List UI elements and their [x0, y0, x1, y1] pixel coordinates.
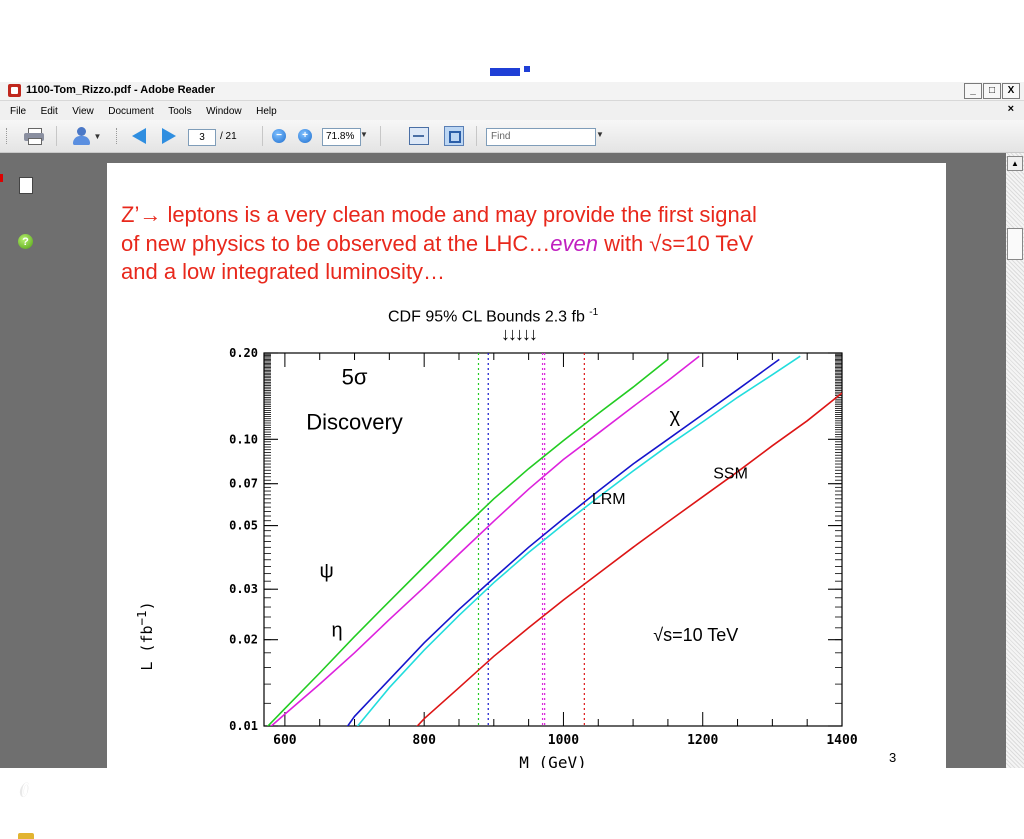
document-view: Z’→ leptons is a very clean mode and may…: [56, 153, 1006, 768]
x-tick-label: 800: [412, 733, 436, 748]
menu-file[interactable]: File: [10, 106, 26, 117]
cdf-bounds-label: CDF 95% CL Bounds 2.3 fb -1: [388, 307, 598, 326]
toolbar-separator: [262, 126, 263, 146]
close-document-button[interactable]: ×: [1008, 103, 1014, 115]
plus-icon: +: [298, 129, 312, 143]
next-page-button[interactable]: [158, 126, 180, 146]
menu-help[interactable]: Help: [256, 106, 277, 117]
chevron-down-icon: ▼: [93, 131, 102, 141]
close-button[interactable]: X: [1002, 83, 1020, 99]
y-axis-label-text: L (fb: [138, 625, 156, 671]
previous-page-button[interactable]: [128, 126, 150, 146]
fit-window-button[interactable]: [442, 126, 466, 146]
find-dropdown-icon[interactable]: ▼: [596, 130, 604, 139]
maximize-button[interactable]: □: [983, 83, 1001, 99]
slide-text-line2a: of new physics to be observed at the LHC…: [121, 230, 551, 256]
edge-marker: [0, 174, 3, 182]
slide-page-number: 3: [889, 750, 897, 765]
collaborate-icon: [71, 127, 91, 145]
y-axis-label-close: ): [138, 601, 156, 611]
zoom-in-button[interactable]: +: [296, 126, 314, 146]
help-icon[interactable]: ?: [18, 234, 33, 249]
title-bar: 1100-Tom_Rizzo.pdf - Adobe Reader _ □ X: [0, 82, 1024, 101]
pdf-page: Z’→ leptons is a very clean mode and may…: [107, 163, 946, 768]
toolbar-grip[interactable]: [116, 128, 119, 144]
chart-annotation: √s=10 TeV: [653, 625, 738, 645]
y-tick-label: 0.07: [229, 477, 258, 491]
menu-edit[interactable]: Edit: [41, 106, 58, 117]
chart-title-line2: Discovery: [306, 410, 403, 435]
slide-text-line2b: with √s=10 TeV: [597, 230, 754, 256]
toolbar-separator: [476, 126, 477, 146]
y-tick-label: 0.10: [229, 432, 258, 446]
scroll-thumb[interactable]: [1007, 228, 1023, 260]
slide-text: Z’→ leptons is a very clean mode and may…: [121, 201, 941, 287]
y-axis-label: L (fb−1): [134, 601, 156, 670]
slide-text-emphasis: even: [550, 230, 598, 256]
y-tick-label: 0.20: [229, 346, 258, 360]
page-number-input[interactable]: 3: [188, 129, 216, 146]
collaborate-button[interactable]: ▼: [64, 126, 108, 146]
y-tick-label: 0.02: [229, 633, 258, 647]
print-button[interactable]: [22, 126, 46, 146]
x-tick-label: 600: [273, 733, 297, 748]
window-controls: _ □ X: [964, 83, 1020, 99]
y-tick-label: 0.05: [229, 519, 258, 533]
zoom-level-input[interactable]: 71.8%: [322, 128, 361, 146]
toolbar-separator: [56, 126, 57, 146]
fit-width-button[interactable]: [408, 126, 430, 146]
zoom-dropdown-icon[interactable]: ▼: [360, 130, 368, 139]
pages-panel-icon[interactable]: [16, 174, 33, 194]
printer-icon: [24, 128, 44, 145]
menu-bar: File Edit View Document Tools Window Hel…: [0, 101, 1024, 119]
chart-title-line1: 5σ: [342, 365, 368, 390]
series-label: ψ: [320, 560, 334, 582]
reader-window: 1100-Tom_Rizzo.pdf - Adobe Reader _ □ X …: [0, 82, 1024, 839]
menu-tools[interactable]: Tools: [168, 106, 191, 117]
adobe-reader-icon: [8, 84, 21, 97]
arrow-left-icon: [132, 128, 146, 144]
vertical-scrollbar[interactable]: ▲: [1006, 153, 1024, 768]
series-label: χ: [670, 405, 681, 427]
y-axis-label-box: L (fb−1): [134, 591, 156, 681]
navigation-panel: ? 𝒪: [0, 153, 56, 839]
minimize-button[interactable]: _: [964, 83, 982, 99]
toolbar: ▼ 3 / 21 − + 71.8% ▼ Find ▼: [0, 120, 1024, 153]
slide-title-fragment: [490, 66, 534, 76]
series-label: SSM: [713, 465, 748, 482]
menu-document[interactable]: Document: [108, 106, 154, 117]
slide-text-line1: Z’→ leptons is a very clean mode and may…: [121, 202, 757, 227]
menu-window[interactable]: Window: [206, 106, 242, 117]
menu-view[interactable]: View: [72, 106, 94, 117]
attachments-icon[interactable]: 𝒪: [15, 779, 34, 802]
cdf-bounds-sup: -1: [589, 307, 599, 318]
x-tick-label: 1000: [548, 733, 579, 748]
x-axis-label: M (GeV): [519, 753, 586, 768]
minus-icon: −: [272, 129, 286, 143]
cdf-bounds-text: CDF 95% CL Bounds 2.3 fb: [388, 308, 590, 326]
slide-text-line3: and a low integrated luminosity…: [121, 259, 446, 284]
y-tick-label: 0.01: [229, 719, 258, 733]
x-tick-label: 1200: [687, 733, 718, 748]
toolbar-separator: [380, 126, 381, 146]
x-tick-label: 1400: [826, 733, 857, 748]
find-input[interactable]: Find: [486, 128, 596, 146]
folder-icon[interactable]: [18, 833, 34, 839]
fit-width-icon: [409, 127, 429, 145]
discovery-reach-chart: 600 800 1000 1200 1400 0.01 0.02 0.03 0.05 0.07 0.…: [229, 346, 858, 768]
arrow-right-icon: [162, 128, 176, 144]
page-total: / 21: [220, 131, 237, 142]
y-axis-label-sup: −1: [134, 610, 149, 626]
series-label: LRM: [592, 491, 626, 508]
window-title: 1100-Tom_Rizzo.pdf - Adobe Reader: [26, 84, 215, 96]
toolbar-grip[interactable]: [6, 128, 9, 144]
series-label: η: [332, 620, 343, 642]
scroll-up-button[interactable]: ▲: [1007, 156, 1023, 171]
fit-window-icon: [444, 126, 464, 146]
y-tick-label: 0.03: [229, 582, 258, 596]
zoom-out-button[interactable]: −: [270, 126, 288, 146]
